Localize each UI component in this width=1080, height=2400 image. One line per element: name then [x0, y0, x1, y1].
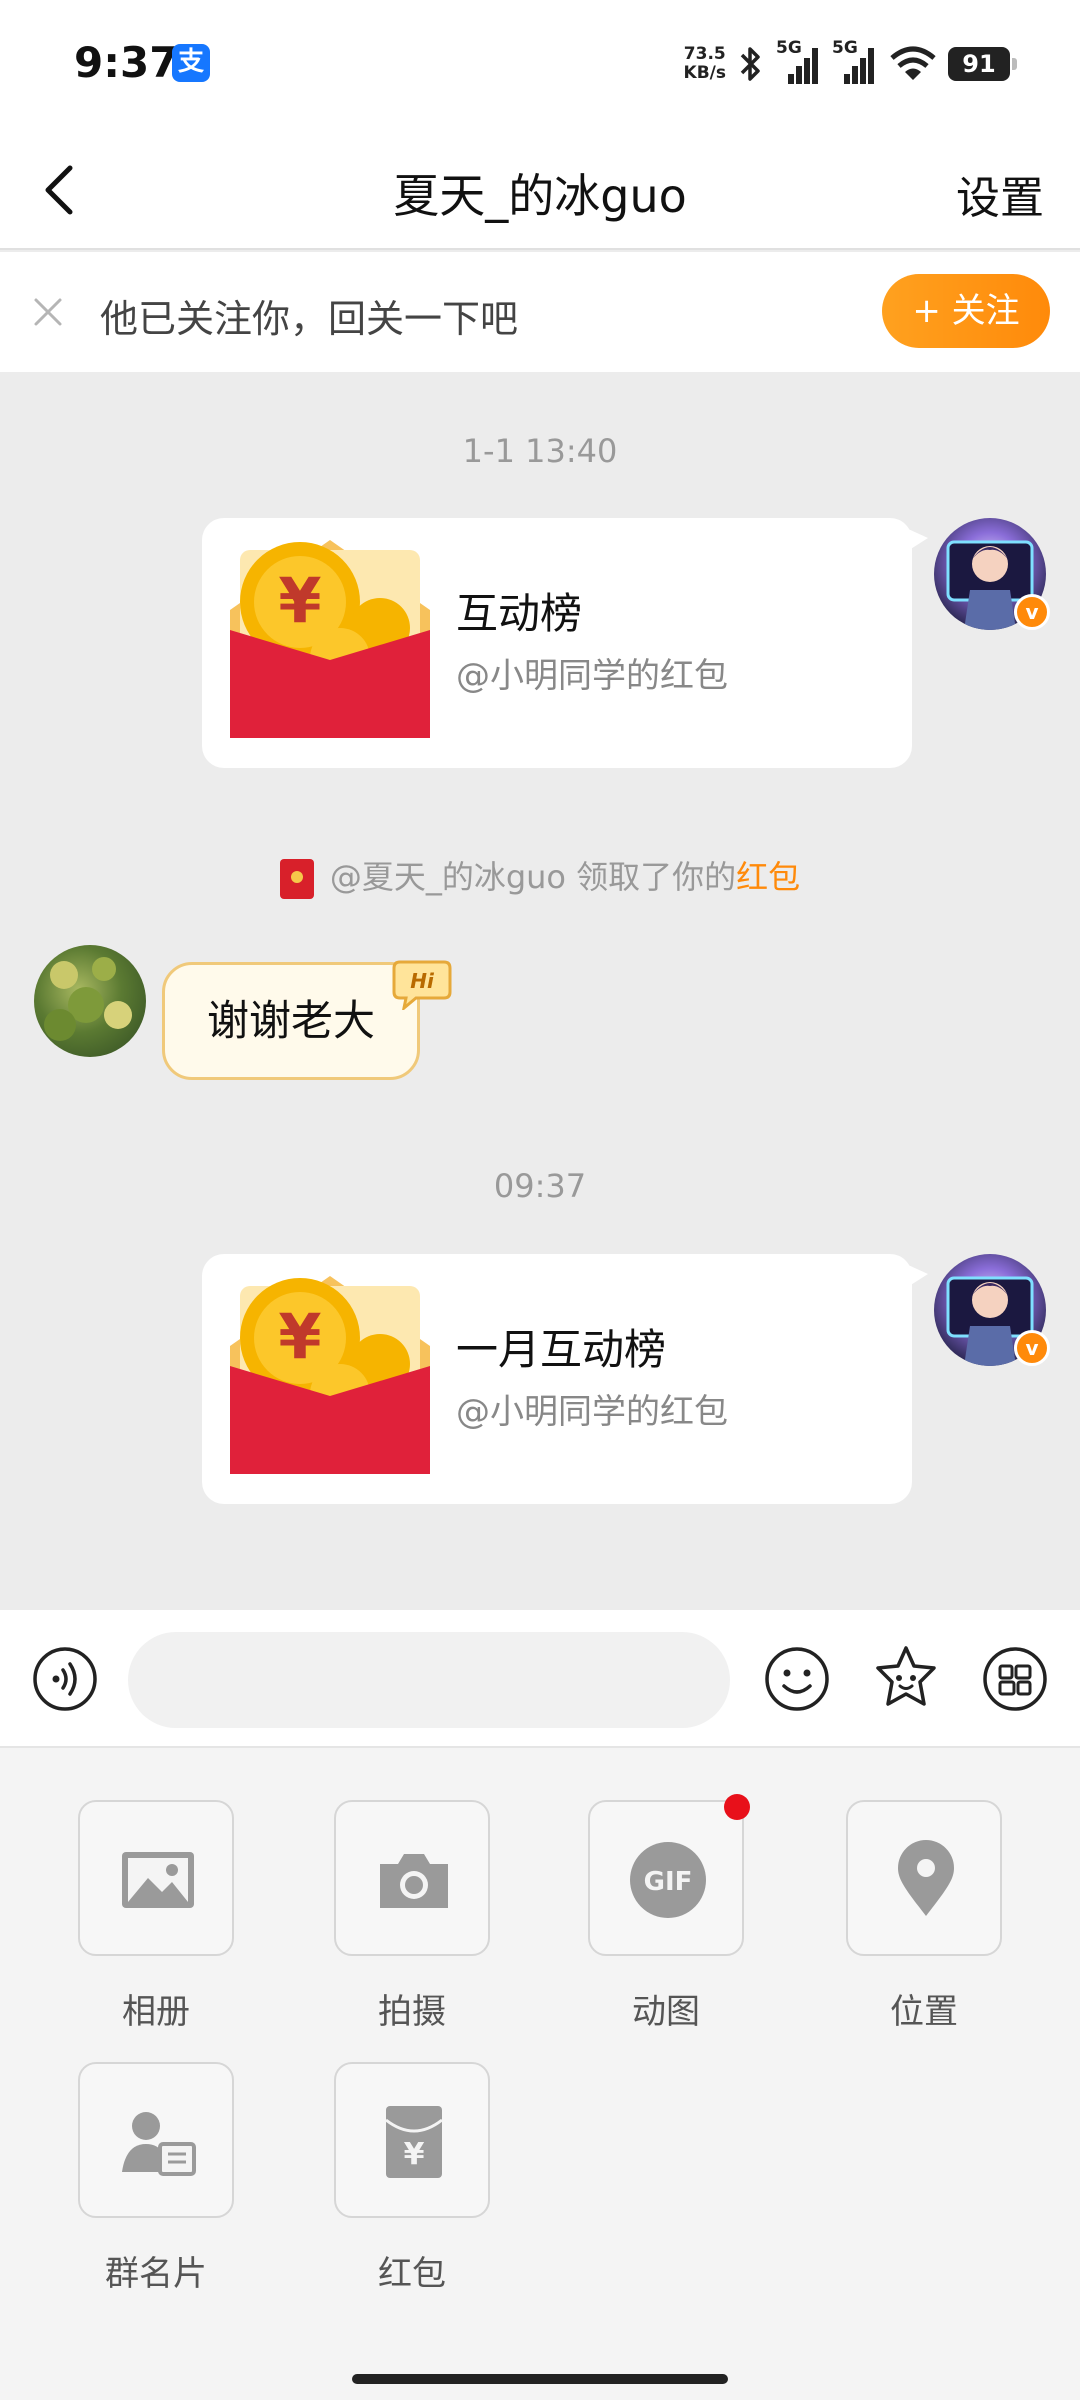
- location-label: 位置: [890, 1992, 958, 2032]
- svg-text:¥: ¥: [278, 1300, 321, 1373]
- red-packet-title: 一月互动榜: [456, 1325, 667, 1374]
- message-bubble[interactable]: 谢谢老大: [162, 962, 420, 1080]
- network-speed: 73.5 KB/s: [684, 45, 726, 83]
- follow-back-text: 他已关注你，回关一下吧: [100, 297, 519, 341]
- panel-item-location[interactable]: 位置: [846, 1800, 1002, 2033]
- red-packet-image-icon: ¥: [230, 540, 430, 738]
- panel-item-red-packet[interactable]: ¥ 红包: [334, 2062, 490, 2295]
- red-packet-button[interactable]: ¥: [334, 2062, 490, 2218]
- battery-indicator: 91: [948, 47, 1017, 81]
- chat-header: 夏天_的冰guo 设置: [0, 130, 1080, 250]
- wifi-icon: [890, 46, 936, 80]
- settings-button[interactable]: 设置: [956, 162, 1044, 226]
- album-button[interactable]: [78, 1800, 234, 1956]
- more-actions-panel: 相册 拍摄 GIF 动图 位置 群名片 ¥ 红包: [0, 1748, 1080, 2400]
- camera-label: 拍摄: [378, 1992, 446, 2032]
- contact-card-icon: [122, 2112, 196, 2176]
- home-indicator[interactable]: [352, 2374, 728, 2384]
- red-packet-card[interactable]: ¥ 一月互动榜 @小明同学的红包: [202, 1254, 928, 1504]
- chat-title: 夏天_的冰guo: [393, 169, 687, 223]
- red-packet-claimed-notice: @夏天_的冰guo 领取了你的红包: [0, 852, 1080, 899]
- red-packet-subtitle: @小明同学的红包: [456, 1392, 728, 1432]
- contact-card-label: 群名片: [105, 2254, 207, 2294]
- panel-item-camera[interactable]: 拍摄: [334, 1800, 490, 2033]
- my-avatar[interactable]: v: [934, 1254, 1050, 1366]
- avatar-plant-icon: [44, 957, 132, 1041]
- message-input-bar: [0, 1610, 1080, 1748]
- red-packet-mini-icon: [279, 859, 314, 899]
- signal-1-icon: 5G: [776, 38, 822, 86]
- gif-icon: GIF: [630, 1842, 706, 1918]
- message-timestamp: 09:37: [493, 1167, 587, 1205]
- panel-item-album[interactable]: 相册: [78, 1800, 234, 2033]
- my-avatar[interactable]: v: [934, 518, 1050, 630]
- camera-icon: [380, 1854, 448, 1908]
- chat-messages-area[interactable]: 1-1 13:40 ¥ 互动榜 @小明同学的红包 v @夏天_的冰guo 领取了…: [0, 372, 1080, 1610]
- red-packet-label: 红包: [378, 2254, 446, 2294]
- emoji-icon[interactable]: [764, 1646, 830, 1712]
- gif-label: 动图: [632, 1992, 700, 2032]
- close-icon[interactable]: [30, 294, 66, 330]
- status-indicators: 73.5 KB/s 5G 5G 91: [684, 36, 1017, 92]
- more-icon[interactable]: [982, 1646, 1048, 1712]
- svg-text:¥: ¥: [278, 564, 321, 637]
- notice-red-packet-link[interactable]: 红包: [736, 858, 800, 896]
- status-bar: 9:37 支 73.5 KB/s 5G 5G 91: [0, 0, 1080, 130]
- red-packet-icon: ¥: [385, 2106, 443, 2178]
- message-timestamp: 1-1 13:40: [462, 432, 618, 470]
- red-packet-card[interactable]: ¥ 互动榜 @小明同学的红包: [202, 518, 928, 768]
- album-label: 相册: [122, 1992, 190, 2032]
- alipay-notification-icon: 支: [172, 44, 210, 82]
- network-speed-value: 73.5: [683, 44, 726, 64]
- red-packet-subtitle: @小明同学的红包: [456, 656, 728, 696]
- camera-button[interactable]: [334, 1800, 490, 1956]
- contact-avatar[interactable]: [34, 945, 146, 1057]
- svg-text:¥: ¥: [404, 2137, 425, 2172]
- follow-back-banner: 他已关注你，回关一下吧 + 关注: [0, 252, 1080, 372]
- album-icon: [122, 1852, 194, 1908]
- gif-button[interactable]: GIF: [588, 1794, 750, 1956]
- new-badge-dot: [724, 1794, 750, 1820]
- panel-item-gif[interactable]: GIF 动图: [588, 1794, 750, 2033]
- status-time: 9:37: [74, 38, 179, 87]
- signal-2-icon: 5G: [832, 38, 878, 86]
- panel-item-group-card[interactable]: 群名片: [78, 2062, 234, 2295]
- verified-badge-icon: v: [1014, 1330, 1050, 1366]
- voice-icon[interactable]: [32, 1646, 98, 1712]
- bluetooth-icon: [740, 47, 760, 81]
- message-input[interactable]: [128, 1632, 730, 1728]
- location-button[interactable]: [846, 1800, 1002, 1956]
- svg-text:GIF: GIF: [644, 1867, 693, 1897]
- follow-button[interactable]: + 关注: [882, 274, 1050, 348]
- location-icon: [898, 1840, 954, 1916]
- network-speed-unit: KB/s: [683, 63, 726, 83]
- hi-sticker-icon: Hi: [392, 960, 452, 1010]
- svg-text:Hi: Hi: [410, 969, 435, 993]
- red-packet-title: 互动榜: [456, 589, 583, 638]
- verified-badge-icon: v: [1014, 594, 1050, 630]
- sticker-icon[interactable]: [872, 1644, 940, 1712]
- notice-text: @夏天_的冰guo 领取了你的: [329, 858, 737, 896]
- contact-card-button[interactable]: [78, 2062, 234, 2218]
- red-packet-image-icon: ¥: [230, 1276, 430, 1474]
